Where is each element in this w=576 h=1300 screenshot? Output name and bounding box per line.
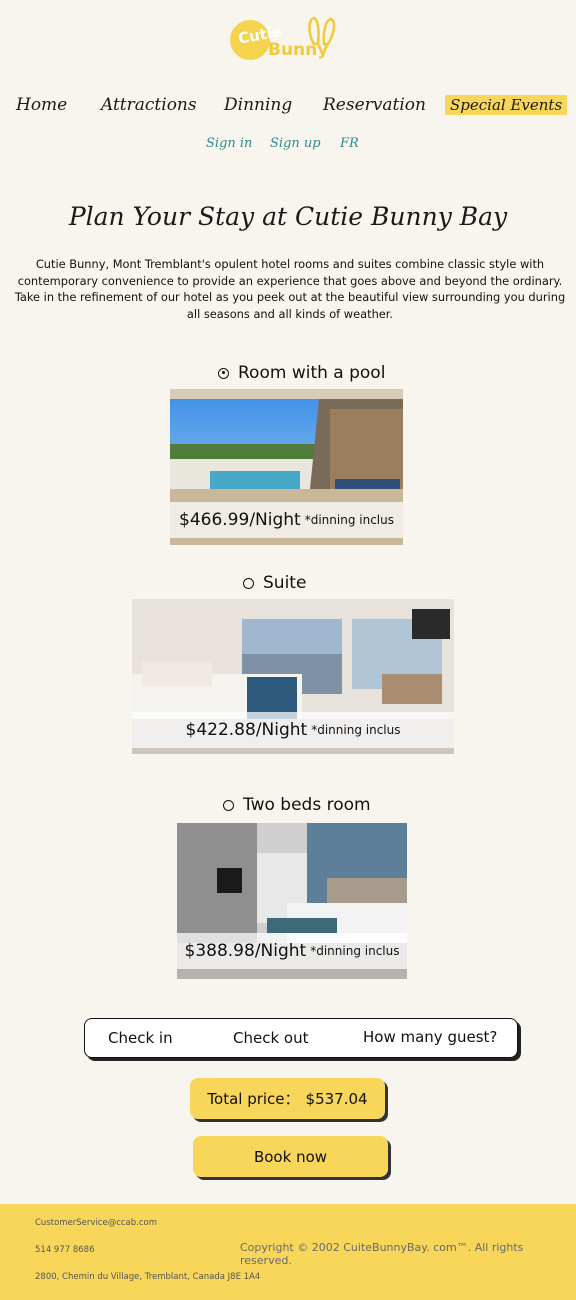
price-band: $388.98/Night *dinning inclus bbox=[177, 933, 407, 969]
room-name: Two beds room bbox=[243, 795, 371, 815]
radio-unselected-icon[interactable] bbox=[223, 799, 234, 811]
room-price: $422.88/Night bbox=[185, 720, 308, 740]
bunny-ears-icon bbox=[308, 16, 336, 46]
total-price-display: Total price： $537.04 bbox=[190, 1078, 385, 1119]
price-band: $422.88/Night *dinning inclus bbox=[132, 712, 454, 748]
room-name: Room with a pool bbox=[238, 363, 386, 383]
check-in-field[interactable]: Check in bbox=[108, 1029, 173, 1047]
nav-home[interactable]: Home bbox=[16, 95, 67, 115]
room-option-pool[interactable]: Room with a pool bbox=[218, 363, 385, 383]
language-toggle-link[interactable]: FR bbox=[340, 136, 359, 151]
book-now-button[interactable]: Book now bbox=[193, 1136, 388, 1177]
room-option-two-beds[interactable]: Two beds room bbox=[223, 795, 371, 815]
guest-count-field[interactable]: How many guest? bbox=[363, 1028, 497, 1046]
intro-paragraph: Cutie Bunny, Mont Tremblant's opulent ho… bbox=[14, 257, 566, 321]
radio-selected-icon[interactable] bbox=[218, 367, 229, 379]
footer-address: 2800, Chemin du Village, Tremblant, Cana… bbox=[35, 1272, 261, 1282]
logo[interactable]: Cutie Bunny bbox=[228, 16, 338, 64]
footer-copyright: Copyright © 2002 CuiteBunnyBay. com™. Al… bbox=[240, 1241, 524, 1267]
room-image-two-beds[interactable]: $388.98/Night *dinning inclus bbox=[177, 823, 407, 979]
footer-phone[interactable]: 514 977 8686 bbox=[35, 1245, 94, 1255]
room-price: $388.98/Night bbox=[184, 941, 307, 961]
price-band: $466.99/Night *dinning inclus bbox=[170, 502, 403, 538]
room-image-suite[interactable]: $422.88/Night *dinning inclus bbox=[132, 599, 454, 754]
nav-reservation[interactable]: Reservation bbox=[323, 95, 426, 115]
footer-email[interactable]: CustomerService@ccab.com bbox=[35, 1218, 157, 1228]
room-name: Suite bbox=[263, 573, 307, 593]
room-image-pool[interactable]: $466.99/Night *dinning inclus bbox=[170, 389, 403, 545]
booking-bar: Check in Check out How many guest? bbox=[84, 1018, 518, 1058]
total-price-value: $537.04 bbox=[305, 1089, 368, 1108]
check-out-field[interactable]: Check out bbox=[233, 1029, 308, 1047]
price-note: *dinning inclus bbox=[304, 513, 394, 527]
radio-unselected-icon[interactable] bbox=[243, 577, 254, 589]
sign-up-link[interactable]: Sign up bbox=[270, 136, 321, 151]
price-note: *dinning inclus bbox=[311, 723, 401, 737]
footer: CustomerService@ccab.com 514 977 8686 28… bbox=[0, 1204, 576, 1300]
room-price: $466.99/Night bbox=[179, 510, 301, 530]
nav-special-events[interactable]: Special Events bbox=[445, 95, 568, 115]
nav-attractions[interactable]: Attractions bbox=[101, 95, 197, 115]
nav-dinning[interactable]: Dinning bbox=[224, 95, 292, 115]
sign-in-link[interactable]: Sign in bbox=[206, 136, 252, 151]
total-price-label: Total price： bbox=[207, 1090, 300, 1108]
room-option-suite[interactable]: Suite bbox=[243, 573, 306, 593]
page-title: Plan Your Stay at Cutie Bunny Bay bbox=[68, 202, 508, 231]
price-note: *dinning inclus bbox=[310, 944, 400, 958]
